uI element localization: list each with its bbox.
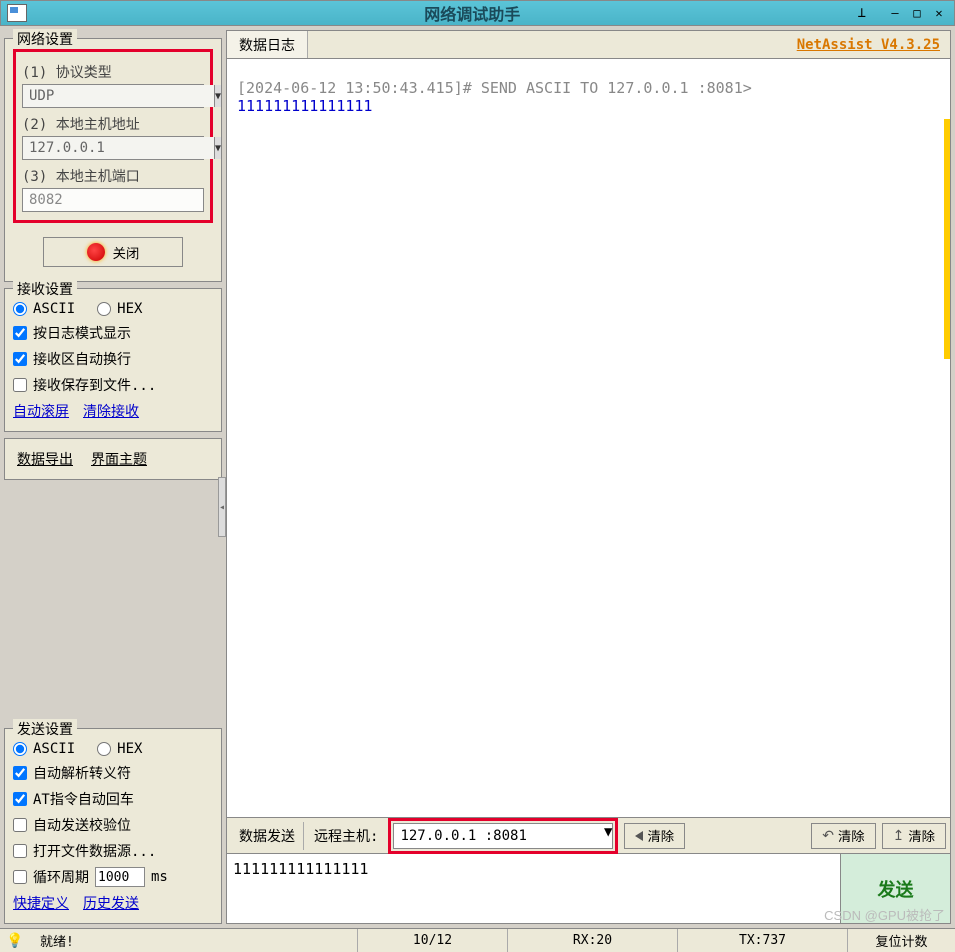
maximize-button[interactable]: □ xyxy=(908,5,926,21)
at-enter-label: AT指令自动回车 xyxy=(33,789,134,809)
status-reset[interactable]: 复位计数 xyxy=(848,929,955,952)
auto-wrap-check[interactable] xyxy=(13,352,27,366)
version-link[interactable]: NetAssist V4.3.25 xyxy=(797,37,940,53)
recv-ascii-label: ASCII xyxy=(33,301,75,317)
host-select[interactable]: ▼ xyxy=(22,136,204,160)
send-hex-label: HEX xyxy=(117,741,142,757)
remote-host-select[interactable]: ▼ xyxy=(393,823,613,849)
status-count: 10/12 xyxy=(358,929,508,952)
data-export-link[interactable]: 数据导出 xyxy=(17,449,73,469)
recv-ascii-radio[interactable] xyxy=(13,302,27,316)
minimize-button[interactable]: – xyxy=(886,5,904,21)
pin-icon[interactable]: ⟂ xyxy=(858,5,866,21)
send-ascii-label: ASCII xyxy=(33,741,75,757)
save-file-label: 接收保存到文件... xyxy=(33,375,156,395)
statusbar: 💡 就绪! 10/12 RX:20 TX:737 复位计数 xyxy=(0,928,955,952)
theme-link[interactable]: 界面主题 xyxy=(91,449,147,469)
remote-host-value[interactable] xyxy=(394,824,604,848)
receive-settings-group: 接收设置 ASCII HEX 按日志模式显示 接收区自动换行 接收保存到文件..… xyxy=(4,288,222,432)
log-line-meta: [2024-06-12 13:50:43.415]# SEND ASCII TO… xyxy=(237,79,940,97)
auto-check-check[interactable] xyxy=(13,818,27,832)
port-input[interactable] xyxy=(22,188,204,212)
cycle-check[interactable] xyxy=(13,870,27,884)
chevron-down-icon[interactable]: ▼ xyxy=(604,824,612,848)
log-mode-label: 按日志模式显示 xyxy=(33,323,131,343)
history-send-link[interactable]: 历史发送 xyxy=(83,893,139,913)
network-highlight-box: (1) 协议类型 ▼ (2) 本地主机地址 ▼ (3) 本地主机端口 xyxy=(13,49,213,223)
close-window-button[interactable]: ✕ xyxy=(930,5,948,21)
clear-button-1[interactable]: 清除 xyxy=(624,823,685,849)
auto-wrap-label: 接收区自动换行 xyxy=(33,349,131,369)
at-enter-check[interactable] xyxy=(13,792,27,806)
cycle-label: 循环周期 xyxy=(33,867,89,887)
close-connection-button[interactable]: 关闭 xyxy=(43,237,183,267)
watermark: CSDN @GPU被抢了 xyxy=(824,905,945,924)
clear-recv-link[interactable]: 清除接收 xyxy=(83,401,139,421)
collapse-handle[interactable]: ◂ xyxy=(218,477,226,537)
send-legend: 发送设置 xyxy=(13,719,77,739)
chevron-down-icon[interactable]: ▼ xyxy=(214,85,221,107)
network-settings-legend: 网络设置 xyxy=(13,29,77,49)
app-icon xyxy=(7,4,27,22)
auto-scroll-link[interactable]: 自动滚屏 xyxy=(13,401,69,421)
status-icon: 💡 xyxy=(6,933,22,949)
host-label: (2) 本地主机地址 xyxy=(22,114,204,134)
protocol-select[interactable]: ▼ xyxy=(22,84,204,108)
arrow-left-icon xyxy=(635,831,643,841)
auto-escape-label: 自动解析转义符 xyxy=(33,763,131,783)
port-label: (3) 本地主机端口 xyxy=(22,166,204,186)
window-title: 网络调试助手 xyxy=(87,1,858,25)
send-hex-radio[interactable] xyxy=(97,742,111,756)
network-settings-group: 网络设置 (1) 协议类型 ▼ (2) 本地主机地址 ▼ (3) 本地主机端口 … xyxy=(4,38,222,282)
remote-host-label: 远程主机: xyxy=(310,826,382,846)
edge-marker xyxy=(944,119,950,359)
log-line-data: 111111111111111 xyxy=(237,97,940,115)
close-label: 关闭 xyxy=(113,243,140,262)
send-textarea[interactable] xyxy=(227,854,840,923)
status-rx: RX:20 xyxy=(508,929,678,952)
host-value[interactable] xyxy=(23,137,214,159)
status-ready: 就绪! xyxy=(28,929,358,952)
clear-button-3[interactable]: ↥ 清除 xyxy=(882,823,946,849)
protocol-value[interactable] xyxy=(23,85,214,107)
utility-group: 数据导出 界面主题 xyxy=(4,438,222,480)
recv-hex-radio[interactable] xyxy=(97,302,111,316)
log-body[interactable]: [2024-06-12 13:50:43.415]# SEND ASCII TO… xyxy=(226,58,951,818)
recv-hex-label: HEX xyxy=(117,301,142,317)
auto-check-label: 自动发送校验位 xyxy=(33,815,131,835)
titlebar: 网络调试助手 ⟂ – □ ✕ xyxy=(0,0,955,26)
log-header: 数据日志 NetAssist V4.3.25 xyxy=(226,30,951,58)
status-dot-icon xyxy=(87,243,105,261)
quick-def-link[interactable]: 快捷定义 xyxy=(13,893,69,913)
log-mode-check[interactable] xyxy=(13,326,27,340)
receive-legend: 接收设置 xyxy=(13,279,77,299)
chevron-down-icon[interactable]: ▼ xyxy=(214,137,221,159)
cycle-input[interactable] xyxy=(95,867,145,887)
send-bar: 数据发送 远程主机: ▼ 清除 ↶ 清除 ↥ 清除 xyxy=(226,818,951,854)
send-tab: 数据发送 xyxy=(231,822,304,850)
send-ascii-radio[interactable] xyxy=(13,742,27,756)
clear-button-2[interactable]: ↶ 清除 xyxy=(811,823,875,849)
remote-highlight-box: ▼ xyxy=(388,818,618,854)
protocol-label: (1) 协议类型 xyxy=(22,62,204,82)
log-tab[interactable]: 数据日志 xyxy=(227,31,308,59)
open-file-label: 打开文件数据源... xyxy=(33,841,156,861)
save-file-check[interactable] xyxy=(13,378,27,392)
up-arrow-icon: ↥ xyxy=(893,827,905,844)
auto-escape-check[interactable] xyxy=(13,766,27,780)
cycle-unit: ms xyxy=(151,869,168,885)
open-file-check[interactable] xyxy=(13,844,27,858)
undo-icon: ↶ xyxy=(822,827,834,844)
status-tx: TX:737 xyxy=(678,929,848,952)
send-settings-group: 发送设置 ASCII HEX 自动解析转义符 AT指令自动回车 自动发送校验位 xyxy=(4,728,222,924)
